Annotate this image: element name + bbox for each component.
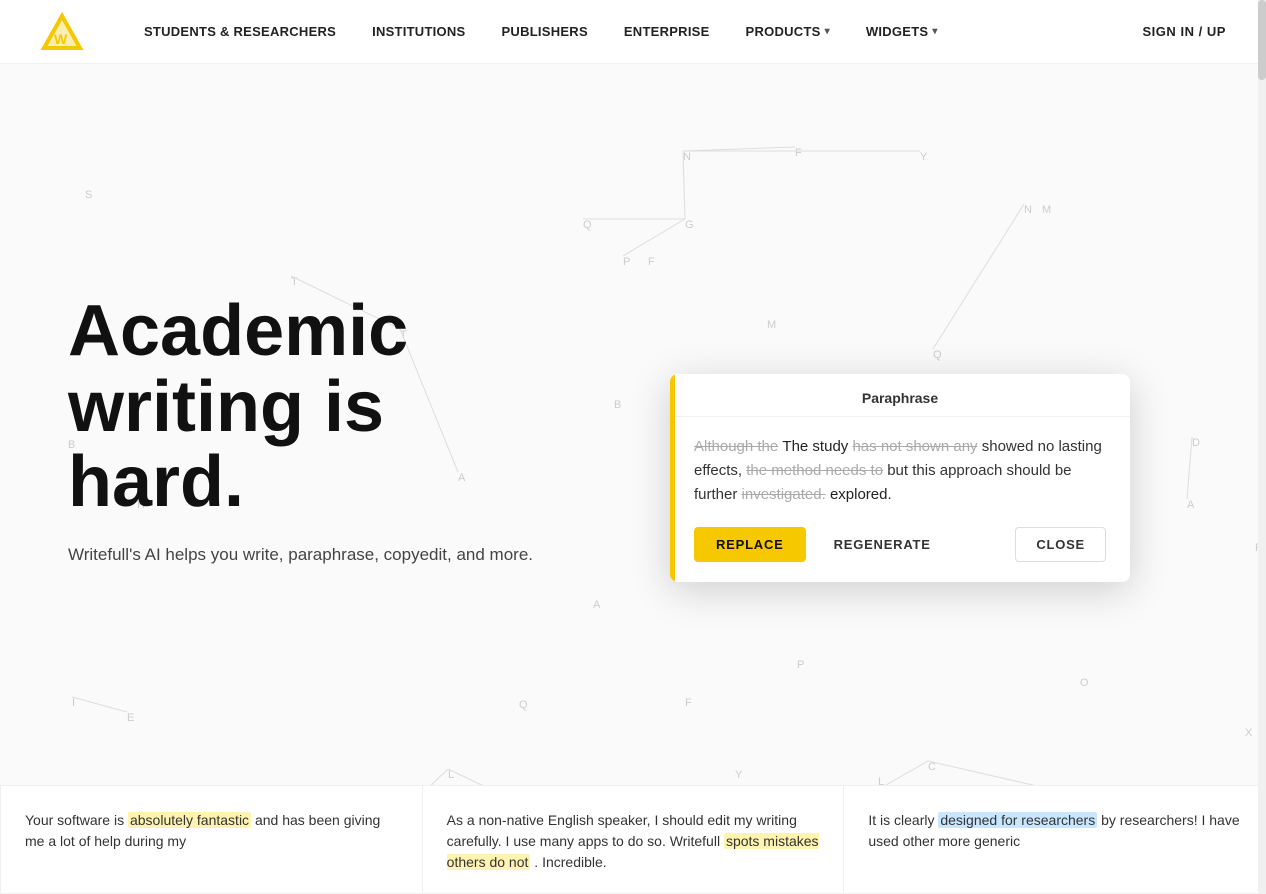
strikethrough-text-1: Although the bbox=[694, 438, 778, 455]
popup-text: Although the The study has not shown any… bbox=[694, 435, 1106, 507]
strikethrough-text-4: investigated. bbox=[742, 486, 826, 503]
constellation-letter: O bbox=[1080, 677, 1089, 689]
svg-text:W: W bbox=[54, 31, 68, 47]
constellation-letter: F bbox=[648, 256, 655, 268]
sign-in-button[interactable]: SIGN IN / UP bbox=[1142, 24, 1226, 39]
testimonial-card-3: It is clearly designed for researchers b… bbox=[843, 785, 1266, 894]
popup-body: Although the The study has not shown any… bbox=[670, 417, 1130, 527]
constellation-letter: Q bbox=[933, 349, 942, 361]
constellation-letter: T bbox=[291, 276, 298, 288]
constellation-letter: F bbox=[795, 147, 802, 159]
constellation-letter: A bbox=[1187, 499, 1194, 511]
testimonials-section: Your software is absolutely fantastic an… bbox=[0, 785, 1266, 894]
close-button[interactable]: CLOSE bbox=[1015, 527, 1106, 562]
paraphrase-popup: Paraphrase Although the The study has no… bbox=[670, 374, 1130, 582]
nav-publishers[interactable]: PUBLISHERS bbox=[501, 24, 587, 39]
chevron-down-icon: ▾ bbox=[825, 26, 830, 37]
hero-title: Academic writing is hard. bbox=[68, 294, 608, 521]
scrollbar-thumb[interactable] bbox=[1258, 0, 1266, 80]
constellation-letter: C bbox=[928, 761, 936, 773]
nav-widgets[interactable]: WIDGETS ▾ bbox=[866, 24, 938, 39]
constellation-letter: E bbox=[127, 712, 134, 724]
constellation-letter: P bbox=[623, 256, 630, 268]
replacement-text-2: explored. bbox=[830, 486, 892, 503]
constellation-letter: M bbox=[1042, 204, 1051, 216]
constellation-letter: L bbox=[448, 769, 454, 781]
testimonial-highlight-3: designed for researchers bbox=[938, 812, 1097, 828]
constellation-letter: A bbox=[593, 599, 600, 611]
constellation-letter: D bbox=[1192, 437, 1200, 449]
replace-button[interactable]: REPLACE bbox=[694, 527, 806, 562]
navigation: W STUDENTS & RESEARCHERS INSTITUTIONS PU… bbox=[0, 0, 1266, 64]
constellation-letter: Y bbox=[920, 151, 927, 163]
strikethrough-text-3: the method needs to bbox=[746, 462, 883, 479]
testimonial-card-2: As a non-native English speaker, I shoul… bbox=[422, 785, 844, 894]
constellation-letter: Y bbox=[735, 769, 742, 781]
nav-products[interactable]: PRODUCTS ▾ bbox=[746, 24, 830, 39]
scrollbar[interactable] bbox=[1258, 0, 1266, 894]
constellation-letter: I bbox=[72, 697, 75, 709]
testimonial-card-1: Your software is absolutely fantastic an… bbox=[0, 785, 422, 894]
constellation-letter: G bbox=[685, 219, 694, 231]
constellation-letter: N bbox=[1024, 204, 1032, 216]
nav-enterprise[interactable]: ENTERPRISE bbox=[624, 24, 710, 39]
hero-content: Academic writing is hard. Writefull's AI… bbox=[68, 294, 608, 565]
constellation-letter: N bbox=[683, 151, 691, 163]
constellation-letter: Q bbox=[519, 699, 528, 711]
testimonial-text-before-1: Your software is bbox=[25, 812, 128, 828]
testimonial-highlight-1: absolutely fantastic bbox=[128, 812, 251, 828]
constellation-letter: S bbox=[85, 189, 92, 201]
logo[interactable]: W bbox=[40, 10, 84, 54]
constellation-letter: P bbox=[797, 659, 804, 671]
nav-links: STUDENTS & RESEARCHERS INSTITUTIONS PUBL… bbox=[144, 24, 1142, 39]
replacement-text-1: The study bbox=[782, 438, 852, 455]
hero-section: SNFYQGPFTMTQBBHADAFAPQFOIEXLYLMBSCIUDDZB… bbox=[0, 64, 1266, 894]
popup-title: Paraphrase bbox=[670, 374, 1130, 417]
nav-institutions[interactable]: INSTITUTIONS bbox=[372, 24, 465, 39]
chevron-down-icon: ▾ bbox=[932, 26, 937, 37]
constellation-letter: M bbox=[767, 319, 776, 331]
strikethrough-text-2: has not shown any bbox=[852, 438, 977, 455]
constellation-letter: Q bbox=[583, 219, 592, 231]
nav-students[interactable]: STUDENTS & RESEARCHERS bbox=[144, 24, 336, 39]
testimonial-text-before-3: It is clearly bbox=[868, 812, 938, 828]
regenerate-button[interactable]: REGENERATE bbox=[818, 527, 947, 562]
constellation-letter: B bbox=[614, 399, 621, 411]
testimonial-text-after-2: . Incredible. bbox=[530, 854, 606, 870]
constellation-letter: X bbox=[1245, 727, 1252, 739]
popup-accent-bar bbox=[670, 374, 675, 582]
hero-subtitle: Writefull's AI helps you write, paraphra… bbox=[68, 545, 608, 565]
popup-footer: REPLACE REGENERATE CLOSE bbox=[670, 527, 1130, 582]
constellation-letter: F bbox=[685, 697, 692, 709]
